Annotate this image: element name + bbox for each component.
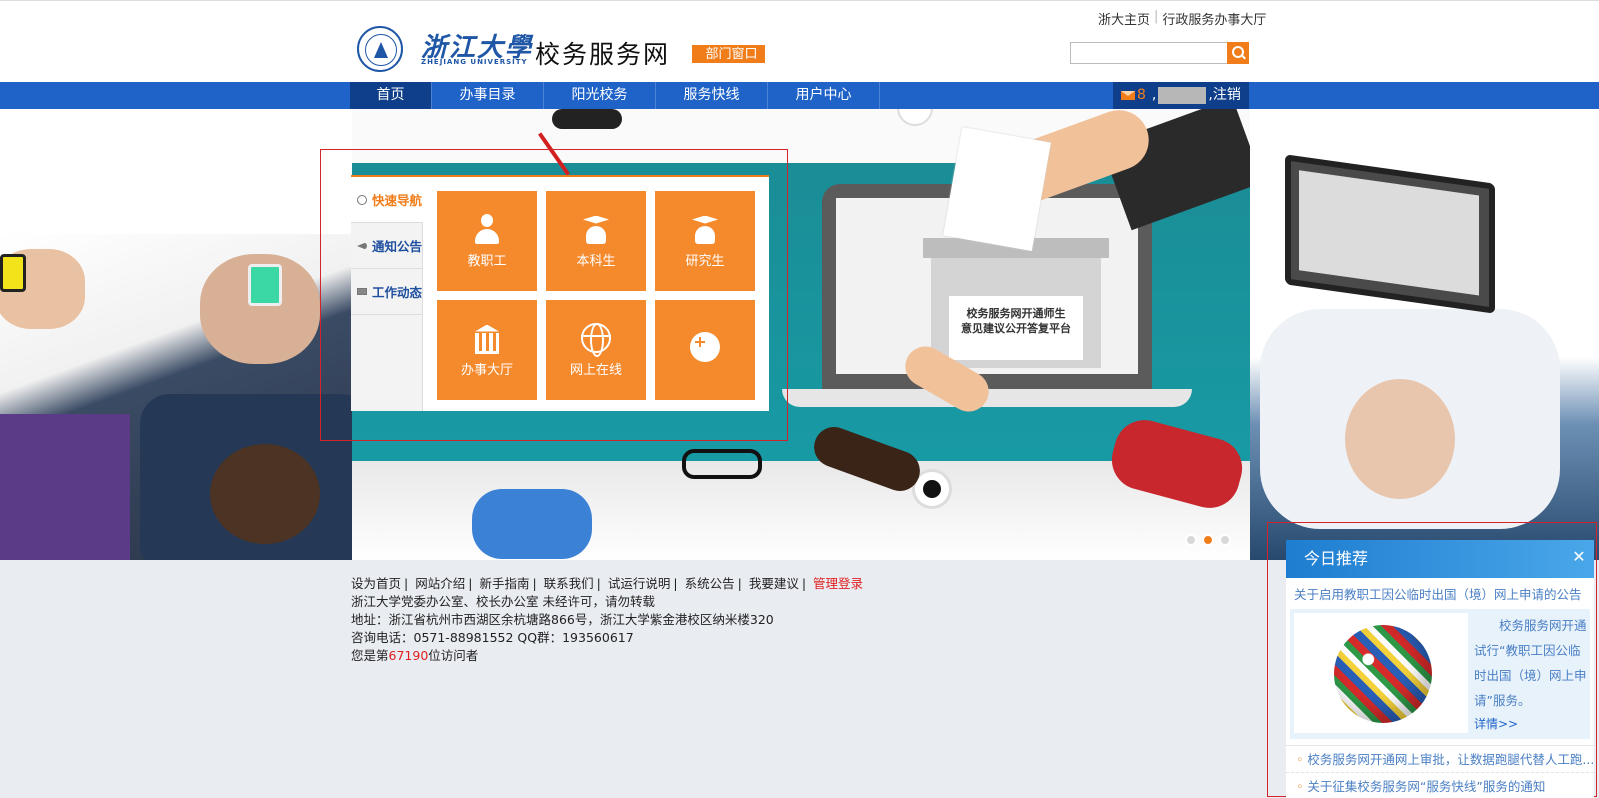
recommend-popup: 今日推荐 ✕ 关于启用教职工因公临时出国（境）网上申请的公告 校务服务网开通试行… — [1286, 540, 1594, 798]
mail-count[interactable]: 8 — [1137, 82, 1146, 109]
nav-service-catalog[interactable]: 办事目录 — [432, 82, 544, 109]
visitor-suffix: 位访问者 — [428, 648, 479, 663]
footer-link[interactable]: 设为首页 — [351, 576, 401, 591]
footer-link[interactable]: 新手指南 — [479, 576, 529, 591]
logo-english: ZHEJIANG UNIVERSITY — [421, 58, 528, 66]
main-nav: 首页 办事目录 阳光校务 服务快线 用户中心 8 , ,注销 — [0, 82, 1599, 109]
visitor-count: 67190 — [388, 648, 429, 663]
recommend-summary: 校务服务网开通试行“教职工因公临时出国（境）网上申请”服务。 — [1474, 618, 1587, 708]
undergrad-icon — [581, 214, 611, 244]
ballot-text-line2: 意见建议公开答复平台 — [961, 322, 1071, 335]
tile-online[interactable]: 网上在线 — [546, 300, 646, 400]
dept-window-button[interactable]: 部门窗口 — [692, 45, 765, 63]
slide-dot[interactable] — [1185, 534, 1197, 546]
tile-label: 办事大厅 — [460, 362, 513, 378]
quick-nav-grid: 教职工 本科生 研究生 办事大厅 网上在线 — [437, 191, 758, 400]
details-link[interactable]: 详情>> — [1474, 715, 1518, 732]
slide-dot[interactable] — [1219, 534, 1231, 546]
ballot-box: 校务服务网开通师生 意见建议公开答复平台 — [923, 238, 1109, 368]
tab-label: 快速导航 — [372, 193, 423, 208]
staff-icon — [472, 213, 502, 244]
logout-link[interactable]: ,注销 — [1208, 82, 1240, 109]
search-input[interactable] — [1070, 42, 1228, 64]
site-title: 校务服务网 — [535, 40, 671, 69]
mail-icon[interactable] — [1121, 91, 1135, 100]
list-item[interactable]: 校务服务网开通网上审批，让数据跑腿代替人工跑... — [1286, 746, 1594, 773]
recommend-body: 校务服务网开通试行“教职工因公临时出国（境）网上申请”服务。 详情>> — [1290, 609, 1590, 739]
footer-links: 设为首页 | 网站介绍 | 新手指南 | 联系我们 | 试运行说明 | 系统公告 | 我要建… — [351, 576, 864, 591]
admin-hall-link[interactable]: 行政服务办事大厅 — [1158, 9, 1270, 28]
banner-photo-left — [0, 234, 370, 560]
nav-open-affairs[interactable]: 阳光校务 — [544, 82, 656, 109]
nav-home[interactable]: 首页 — [350, 82, 432, 109]
zju-home-link[interactable]: 浙大主页 — [1094, 9, 1154, 28]
footer-contact: 咨询电话：0571-88981552 QQ群：193560617 — [351, 630, 634, 645]
footer-copyright: 浙江大学党委办公室、校长办公室 未经许可，请勿转载 — [351, 594, 655, 609]
tile-graduate[interactable]: 研究生 — [655, 191, 755, 291]
footer-link[interactable]: 联系我们 — [544, 576, 594, 591]
tab-work-news[interactable]: 工作动态 — [351, 269, 422, 315]
top-links: 浙大主页 | 行政服务办事大厅 — [1094, 9, 1270, 28]
nav-service-hotline[interactable]: 服务快线 — [656, 82, 768, 109]
recommend-header: 今日推荐 ✕ — [1286, 540, 1594, 578]
visitor-prefix: 您是第 — [351, 648, 389, 663]
quick-nav-tabs: 快速导航 通知公告 工作动态 — [351, 177, 423, 411]
footer-address: 地址：浙江省杭州市西湖区余杭塘路866号，浙江大学紫金港校区纳米楼320 — [351, 612, 774, 627]
admin-login-link[interactable]: 管理登录 — [813, 576, 863, 591]
footer-link[interactable]: 网站介绍 — [415, 576, 465, 591]
quick-nav-panel: 快速导航 通知公告 工作动态 教职工 本科生 研究生 办事大厅 网上在线 — [351, 175, 769, 411]
tile-label: 网上在线 — [569, 362, 622, 378]
megaphone-icon — [357, 241, 367, 250]
tile-label: 研究生 — [685, 253, 725, 269]
tab-quick-nav[interactable]: 快速导航 — [351, 177, 423, 223]
zju-emblem-icon[interactable] — [357, 26, 403, 72]
hero-banner: 校务服务网开通师生 意见建议公开答复平台 — [0, 109, 1599, 560]
user-status: 8 , ,注销 — [1113, 82, 1249, 109]
ballot-text-line1: 校务服务网开通师生 — [966, 307, 1066, 320]
flags-globe-image[interactable] — [1294, 613, 1468, 733]
nav-user-center[interactable]: 用户中心 — [768, 82, 880, 109]
tab-label: 工作动态 — [371, 285, 422, 300]
tile-label: 本科生 — [576, 253, 616, 269]
header: 浙江大學 ZHEJIANG UNIVERSITY 校务服务网 部门窗口 浙大主页… — [0, 0, 1599, 82]
footer-link[interactable]: 我要建议 — [749, 576, 799, 591]
recommend-headline[interactable]: 关于启用教职工因公临时出国（境）网上申请的公告 — [1286, 578, 1594, 603]
image-icon — [357, 288, 367, 295]
tile-label: 教职工 — [467, 253, 507, 269]
footer-link[interactable]: 试运行说明 — [608, 576, 671, 591]
list-item[interactable]: 关于征集校务服务网“服务快线”服务的通知 — [1286, 773, 1594, 798]
slide-indicators — [1185, 534, 1231, 546]
clock-icon — [357, 194, 367, 205]
online-icon — [581, 322, 611, 357]
tab-label: 通知公告 — [372, 239, 423, 254]
tile-staff[interactable]: 教职工 — [437, 191, 537, 291]
recommend-list: 校务服务网开通网上审批，让数据跑腿代替人工跑... 关于征集校务服务网“服务快线… — [1286, 745, 1594, 798]
banner-photo-right — [1250, 109, 1599, 560]
close-icon[interactable]: ✕ — [1570, 540, 1588, 578]
username-redacted[interactable] — [1158, 87, 1207, 104]
tile-add[interactable] — [655, 300, 755, 400]
tile-undergrad[interactable]: 本科生 — [546, 191, 646, 291]
search-icon[interactable] — [1227, 42, 1249, 64]
plus-icon — [690, 332, 720, 362]
separator: , — [1151, 87, 1157, 103]
hall-icon — [472, 323, 502, 354]
tab-notices[interactable]: 通知公告 — [351, 223, 422, 269]
footer-link[interactable]: 系统公告 — [685, 576, 735, 591]
visitor-counter: 您是第67190位访问者 — [351, 647, 863, 665]
tile-service-hall[interactable]: 办事大厅 — [437, 300, 537, 400]
graduate-icon — [690, 214, 720, 244]
slide-dot[interactable] — [1202, 534, 1214, 546]
footer: 设为首页 | 网站介绍 | 新手指南 | 联系我们 | 试运行说明 | 系统公告 | 我要建… — [351, 575, 863, 665]
recommend-title: 今日推荐 — [1304, 549, 1369, 568]
